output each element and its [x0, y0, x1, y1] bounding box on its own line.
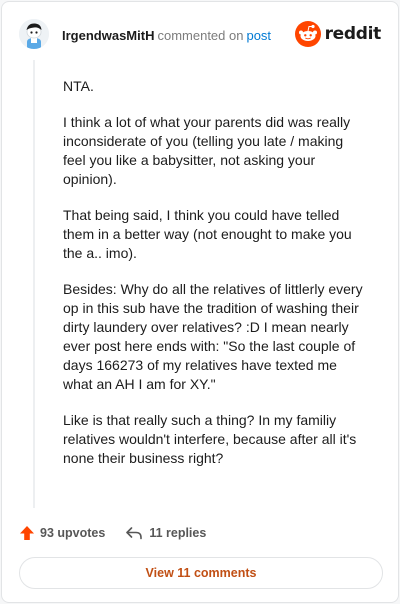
reply-button[interactable]: 11 replies: [125, 526, 206, 540]
post-link[interactable]: post: [246, 28, 271, 43]
author-username[interactable]: IrgendwasMitH: [62, 28, 154, 43]
byline-verb: commented on: [157, 28, 244, 43]
user-avatar[interactable]: [19, 19, 49, 49]
comment-header: IrgendwasMitH commented on post reddit: [2, 2, 398, 68]
view-comments-label: View 11 comments: [145, 566, 257, 580]
comment-paragraph: Besides: Why do all the relatives of lit…: [63, 281, 363, 392]
thread-line: [33, 60, 35, 508]
comment-paragraph: Like is that really such a thing? In my …: [63, 412, 357, 466]
comment-paragraph: NTA.: [63, 78, 94, 94]
reddit-snoo-icon: [294, 21, 321, 47]
reddit-wordmark: reddit: [324, 24, 382, 44]
upvote-button[interactable]: 93 upvotes: [19, 525, 105, 541]
reddit-brand[interactable]: reddit: [294, 20, 382, 48]
upvote-arrow-icon: [20, 526, 34, 540]
reply-arrow-icon: [126, 527, 143, 540]
comment-paragraph: I think a lot of what your parents did w…: [63, 114, 351, 187]
comment-paragraph: That being said, I think you could have …: [63, 207, 352, 261]
comment-actions: 93 upvotes 11 replies: [19, 523, 206, 543]
comment-body: NTA. I think a lot of what your parents …: [63, 77, 363, 485]
upvote-count: 93 upvotes: [40, 526, 106, 540]
snoo-avatar-icon: [19, 19, 49, 49]
reply-count: 11 replies: [149, 526, 207, 540]
comment-card: IrgendwasMitH commented on post reddit NTA…: [1, 1, 399, 603]
view-comments-button[interactable]: View 11 comments: [19, 557, 383, 589]
comment-byline: IrgendwasMitH commented on post: [62, 28, 271, 43]
